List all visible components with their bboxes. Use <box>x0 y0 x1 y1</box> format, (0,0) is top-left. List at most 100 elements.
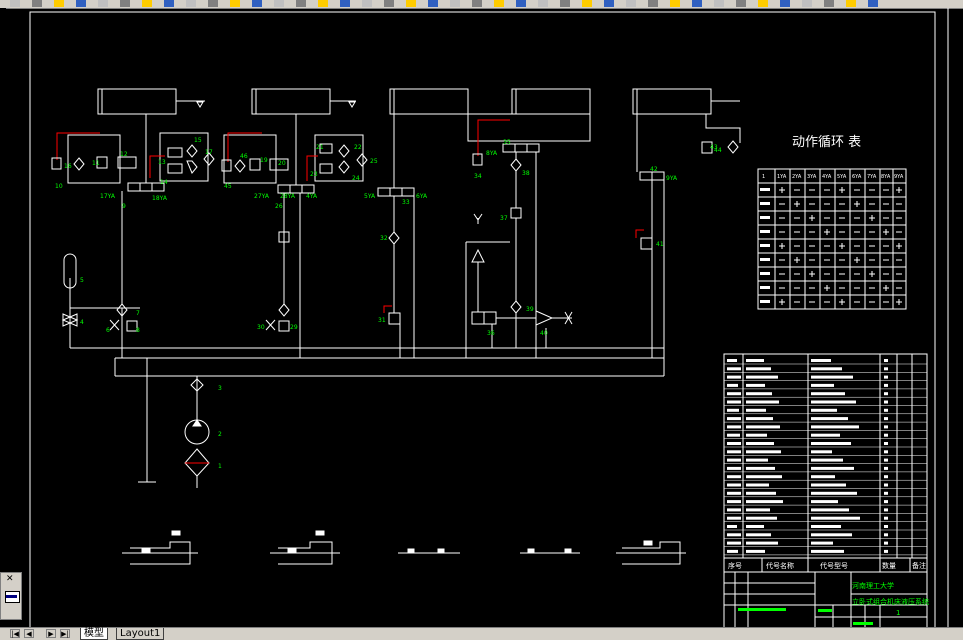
svg-text:代号名称: 代号名称 <box>766 561 794 570</box>
timing-sketches <box>122 530 686 565</box>
svg-text:11: 11 <box>92 160 100 167</box>
parts-row-text <box>811 400 856 404</box>
svg-text:17YA: 17YA <box>100 193 116 200</box>
svg-text:46: 46 <box>240 153 248 160</box>
toolbar-icon[interactable] <box>846 0 856 7</box>
toolbar-icon[interactable] <box>10 0 20 7</box>
toolbar-icon[interactable] <box>472 0 482 7</box>
red-pilot-5 <box>635 229 644 238</box>
svg-text:数量: 数量 <box>882 561 896 570</box>
tab-model[interactable]: 模型 <box>80 628 108 640</box>
toolbar-icon[interactable] <box>76 0 86 7</box>
svg-text:20: 20 <box>278 160 286 167</box>
parts-row-text <box>811 516 860 520</box>
toolbar-icon[interactable] <box>296 0 306 7</box>
parts-row-qty <box>884 408 888 412</box>
parts-row-qty <box>884 491 888 495</box>
svg-text:41: 41 <box>656 241 664 248</box>
toolbar-icon[interactable] <box>186 0 196 7</box>
close-icon[interactable]: ✕ <box>6 574 14 584</box>
svg-text:1: 1 <box>218 463 222 470</box>
svg-text:38: 38 <box>522 170 530 177</box>
toolbar-icon[interactable] <box>736 0 746 7</box>
parts-row-text <box>811 475 835 479</box>
parts-row-text <box>727 516 741 520</box>
parts-row-text <box>727 483 741 487</box>
cycle-table-headers: 1 1YA 2YA 3YA 4YA 5YA 6YA 7YA 8YA 9YA <box>762 174 904 180</box>
parts-row-text <box>811 483 846 487</box>
cycle-row-label <box>760 272 770 275</box>
parts-row-text <box>811 541 833 545</box>
properties-dock[interactable]: ✕ <box>0 572 22 620</box>
toolbar-icon[interactable] <box>340 0 350 7</box>
svg-text:26: 26 <box>275 203 283 210</box>
parts-row-text <box>746 483 769 487</box>
parts-row-text <box>746 450 781 454</box>
tab-first-button[interactable]: |◀ <box>10 629 20 638</box>
toolbar-icon[interactable] <box>604 0 614 7</box>
toolbar-icon[interactable] <box>692 0 702 7</box>
svg-text:4YA: 4YA <box>306 193 318 200</box>
svg-text:22: 22 <box>354 144 362 151</box>
toolbar-icon[interactable] <box>384 0 394 7</box>
toolbar-icon[interactable] <box>802 0 812 7</box>
parts-row-text <box>746 466 775 470</box>
toolbar-icon[interactable] <box>362 0 372 7</box>
toolbar-icon[interactable] <box>538 0 548 7</box>
tab-next-button[interactable]: ▶ <box>46 629 56 638</box>
toolbar-icon[interactable] <box>120 0 130 7</box>
toolbar-icon[interactable] <box>208 0 218 7</box>
parts-row-text <box>727 425 741 429</box>
toolbar-icon[interactable] <box>98 0 108 7</box>
toolbar-icon[interactable] <box>54 0 64 7</box>
parts-row-text <box>746 367 771 371</box>
svg-text:2YA: 2YA <box>792 174 802 180</box>
toolbar-icon[interactable] <box>32 0 42 7</box>
toolbar-icon[interactable] <box>560 0 570 7</box>
tab-last-button[interactable]: ▶| <box>60 629 70 638</box>
layout-tab-bar: |◀ ◀ ▶ ▶| 模型 Layout1 <box>0 627 963 640</box>
toolbar-icon[interactable] <box>868 0 878 7</box>
toolbar-icon[interactable] <box>824 0 834 7</box>
parts-row-text <box>727 383 738 387</box>
parts-row-text <box>811 466 854 470</box>
svg-text:10: 10 <box>55 183 63 190</box>
parts-row-qty <box>884 359 888 362</box>
svg-text:6YA: 6YA <box>416 193 428 200</box>
tab-layout1[interactable]: Layout1 <box>116 628 165 640</box>
svg-text:36: 36 <box>487 330 495 337</box>
toolbar-icon[interactable] <box>670 0 680 7</box>
parts-row-text <box>727 500 741 504</box>
svg-text:4: 4 <box>80 319 84 326</box>
cycle-row-label <box>760 258 770 261</box>
toolbar-icon[interactable] <box>516 0 526 7</box>
toolbar-icon[interactable] <box>780 0 790 7</box>
parts-row-text <box>811 359 831 362</box>
parts-row-text <box>811 549 844 553</box>
svg-text:9YA: 9YA <box>894 174 904 180</box>
svg-text:19: 19 <box>260 157 268 164</box>
parts-row-text <box>746 375 778 379</box>
cycle-row-label <box>760 216 770 219</box>
toolbar-icon[interactable] <box>648 0 658 7</box>
toolbar-icon[interactable] <box>230 0 240 7</box>
parts-row-text <box>746 400 779 404</box>
cycle-row-label <box>760 230 770 233</box>
toolbar-icon[interactable] <box>164 0 174 7</box>
toolbar-icon[interactable] <box>758 0 768 7</box>
toolbar-icon[interactable] <box>428 0 438 7</box>
toolbar-icon[interactable] <box>714 0 724 7</box>
toolbar-icon[interactable] <box>582 0 592 7</box>
toolbar-icon[interactable] <box>274 0 284 7</box>
parts-row-text <box>727 450 741 454</box>
toolbar-icon[interactable] <box>318 0 328 7</box>
toolbar-icon[interactable] <box>494 0 504 7</box>
toolbar-icon[interactable] <box>406 0 416 7</box>
svg-text:5: 5 <box>80 277 84 284</box>
toolbar-icon[interactable] <box>626 0 636 7</box>
toolbar-icon[interactable] <box>142 0 152 7</box>
toolbar-icon[interactable] <box>252 0 262 7</box>
toolbar-icon[interactable] <box>450 0 460 7</box>
tab-prev-button[interactable]: ◀ <box>24 629 34 638</box>
drawing-canvas[interactable]: 16 15 12 13 14 17 11 9 17YA 18YA 10 21 2… <box>0 8 963 629</box>
